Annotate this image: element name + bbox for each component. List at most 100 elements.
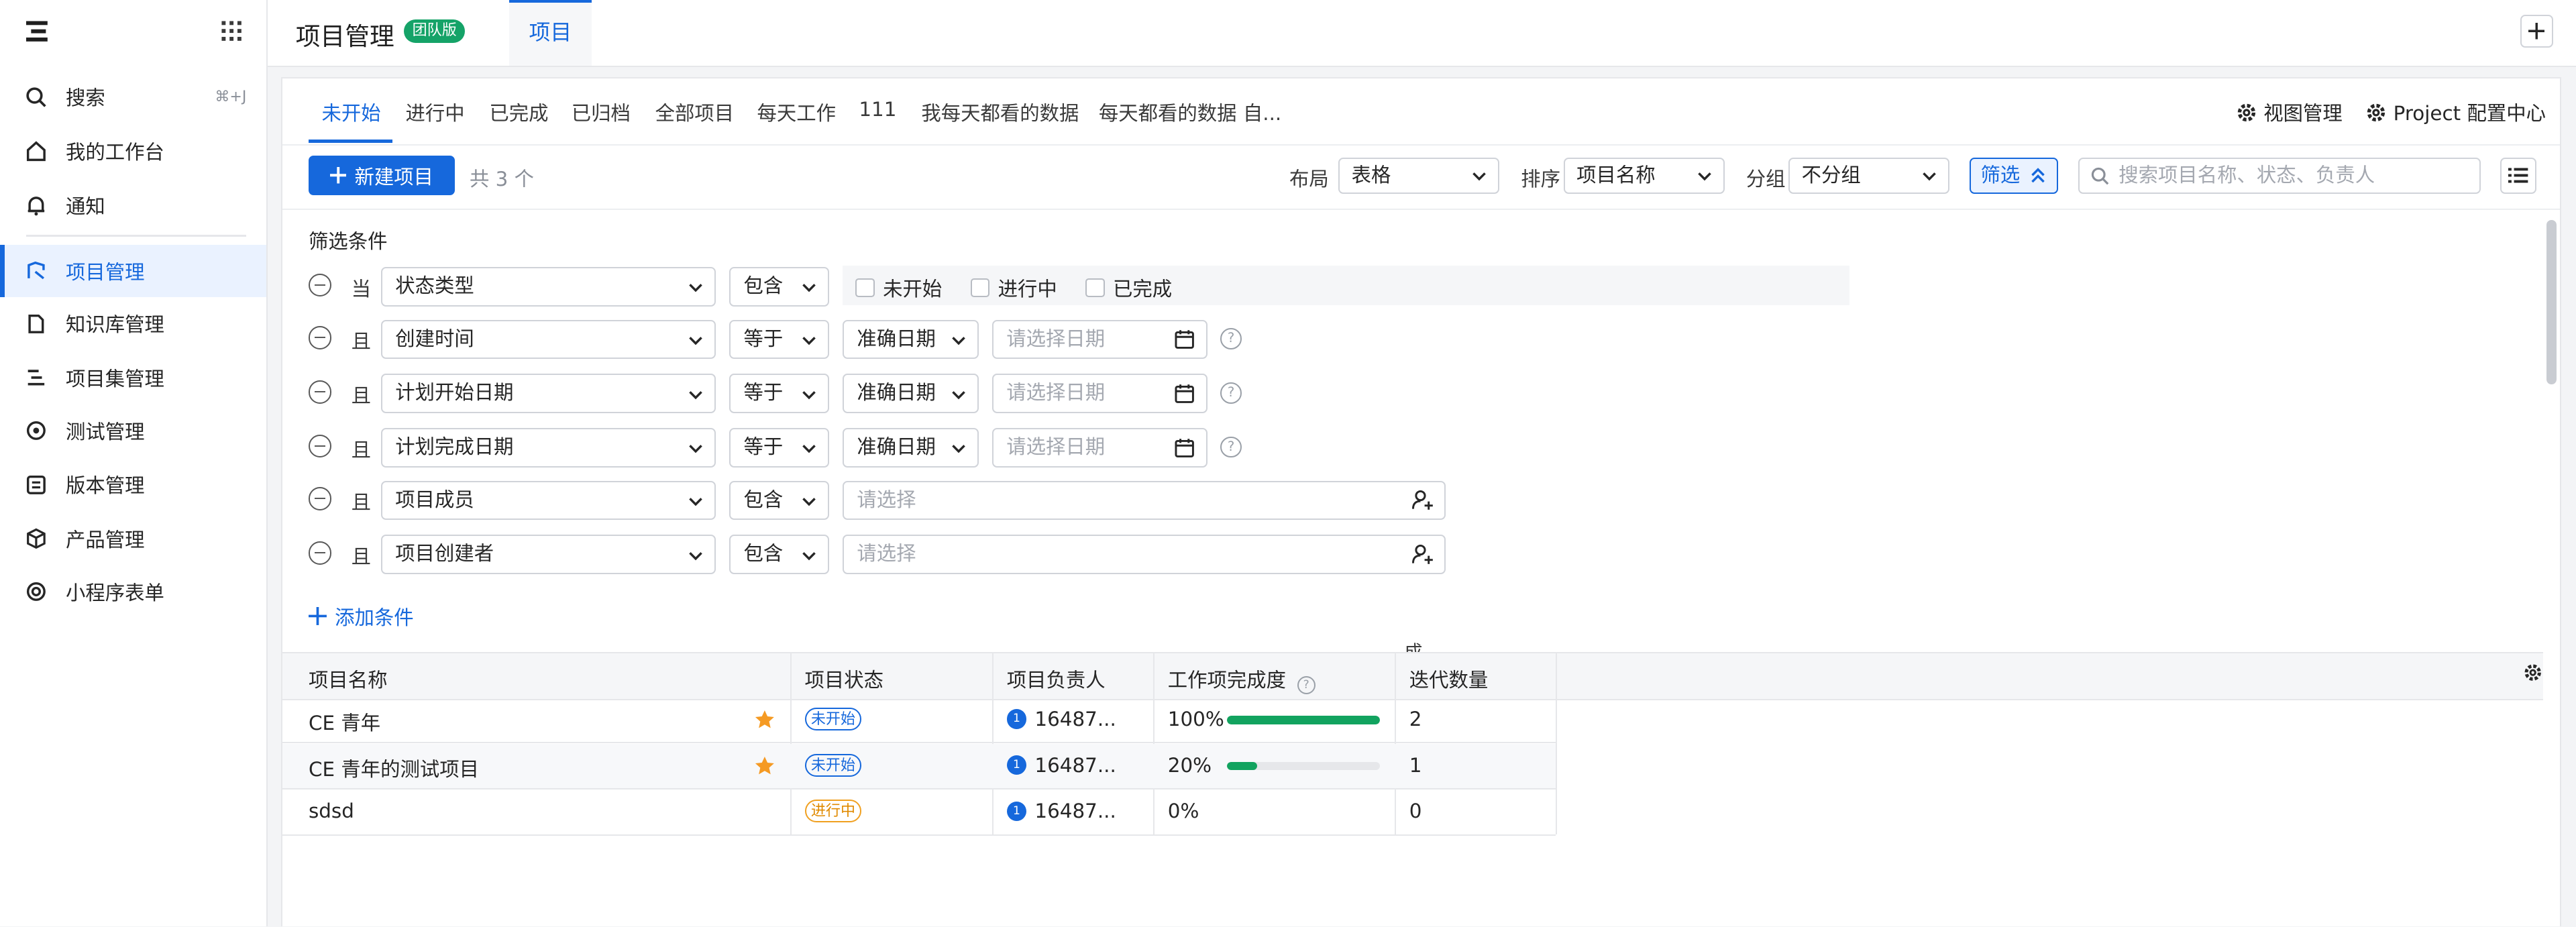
apps-grid-icon[interactable]	[220, 19, 243, 42]
date-picker-input[interactable]: 请选择日期	[991, 428, 1208, 468]
column-header-progress[interactable]: 工作项完成度 ?	[1167, 665, 1316, 695]
tab-my-daily-data[interactable]: 我每天都看的数据	[921, 98, 1079, 126]
sidebar-item-programs[interactable]: 项目集管理	[0, 351, 266, 404]
sidebar-item-label: 版本管理	[65, 474, 145, 498]
column-header-owner[interactable]: 项目负责人	[1007, 665, 1106, 693]
app-logo-icon[interactable]	[26, 19, 52, 42]
tab-projects[interactable]: 项目	[509, 0, 592, 66]
filter-operator-select[interactable]: 等于	[729, 319, 830, 360]
help-icon[interactable]: ?	[1297, 676, 1316, 695]
filter-operator-value: 等于	[743, 435, 784, 459]
filter-operator-select[interactable]: 包含	[729, 480, 830, 521]
tab-not-started[interactable]: 未开始	[322, 98, 381, 126]
tab-daily-data-more[interactable]: 每天都看的数据 自...	[1099, 98, 1281, 126]
remove-condition-button[interactable]	[308, 380, 332, 404]
sidebar-item-knowledge[interactable]: 知识库管理	[0, 297, 266, 349]
filter-field-select[interactable]: 项目创建者	[380, 535, 716, 575]
date-mode-select[interactable]: 准确日期	[842, 319, 979, 360]
date-picker-input[interactable]: 请选择日期	[991, 374, 1208, 414]
help-icon[interactable]: ?	[1220, 382, 1242, 404]
sidebar-item-testing[interactable]: 测试管理	[0, 404, 266, 456]
filter-operator-select[interactable]: 包含	[729, 535, 830, 575]
version-icon	[25, 473, 48, 496]
date-picker-input[interactable]: 请选择日期	[991, 319, 1208, 360]
table-row[interactable]: CE 青年的测试项目 未开始 1 16487... 20% 1	[282, 743, 1556, 790]
top-header: 项目管理 团队版 项目	[268, 0, 2576, 67]
filter-row: 当 状态类型 包含 未开始 进行中 已完成	[308, 265, 2280, 307]
sidebar-item-projects[interactable]: 项目管理	[0, 244, 266, 298]
list-icon	[2508, 168, 2528, 183]
sidebar-item-versions[interactable]: 版本管理	[0, 458, 266, 510]
sidebar-item-search[interactable]: 搜索 ⌘+J	[0, 70, 266, 123]
checkbox-not-started[interactable]: 未开始	[855, 274, 942, 302]
config-center-button[interactable]: Project 配置中心	[2365, 98, 2546, 126]
help-icon[interactable]: ?	[1220, 327, 1242, 349]
filter-operator-select[interactable]: 等于	[729, 374, 830, 414]
sidebar-item-forms[interactable]: 小程序表单	[0, 565, 266, 617]
add-tab-button[interactable]	[2520, 15, 2553, 48]
new-project-button[interactable]: 新建项目	[308, 156, 455, 195]
vertical-scrollbar[interactable]	[2546, 219, 2557, 384]
sidebar-item-workbench[interactable]: 我的工作台	[0, 125, 266, 177]
layout-select[interactable]: 表格	[1338, 157, 1500, 194]
creator-picker-input[interactable]: 请选择	[842, 535, 1446, 575]
remove-condition-button[interactable]	[308, 487, 332, 510]
progress-text: 100%	[1167, 708, 1224, 731]
filter-field-select[interactable]: 计划完成日期	[380, 428, 716, 468]
search-input[interactable]: 搜索项目名称、状态、负责人	[2078, 157, 2481, 194]
cube-icon	[25, 527, 48, 550]
gear-icon[interactable]	[2523, 663, 2542, 682]
project-name[interactable]: CE 青年	[309, 708, 380, 736]
sidebar-item-notifications[interactable]: 通知	[0, 179, 266, 231]
group-select[interactable]: 不分组	[1788, 157, 1950, 194]
member-placeholder: 请选择	[857, 488, 916, 511]
member-picker-input[interactable]: 请选择	[842, 480, 1446, 521]
star-icon[interactable]	[754, 755, 775, 777]
filter-row: 且 计划完成日期 等于 准确日期 请选择日期 ?	[308, 428, 2280, 468]
filter-operator-select[interactable]: 等于	[729, 428, 830, 468]
chevron-down-icon	[1698, 172, 1711, 181]
project-name[interactable]: sdsd	[309, 800, 354, 822]
project-name[interactable]: CE 青年的测试项目	[309, 754, 479, 782]
tab-archived[interactable]: 已归档	[572, 98, 631, 126]
field-settings-button[interactable]	[2500, 157, 2536, 194]
chevron-down-icon	[802, 497, 816, 506]
sort-select[interactable]: 项目名称	[1563, 157, 1725, 194]
column-divider	[1555, 651, 1558, 834]
new-project-label: 新建项目	[354, 165, 434, 188]
filter-button[interactable]: 筛选	[1969, 157, 2059, 194]
tab-completed[interactable]: 已完成	[489, 98, 548, 126]
checkbox-in-progress[interactable]: 进行中	[970, 274, 1057, 302]
filter-field-select[interactable]: 创建时间	[380, 319, 716, 360]
tab-all-projects[interactable]: 全部项目	[655, 98, 735, 126]
table-row[interactable]: sdsd 进行中 1 16487... 0% 0	[282, 790, 1556, 836]
filter-operator-select[interactable]: 包含	[729, 267, 830, 307]
tab-in-progress[interactable]: 进行中	[405, 98, 464, 126]
table-row[interactable]: CE 青年 未开始 1 16487... 100% 2	[282, 698, 1556, 744]
remove-condition-button[interactable]	[308, 274, 332, 297]
checkbox-completed[interactable]: 已完成	[1085, 274, 1172, 302]
filter-row: 且 创建时间 等于 准确日期 请选择日期 ?	[308, 319, 2280, 360]
help-icon[interactable]: ?	[1220, 436, 1242, 458]
filter-field-select[interactable]: 计划开始日期	[380, 374, 716, 414]
column-header-status[interactable]: 项目状态	[805, 665, 884, 693]
filter-field-select[interactable]: 状态类型	[380, 267, 716, 307]
progress-header-label: 工作项完成度	[1167, 668, 1287, 692]
star-icon[interactable]	[754, 709, 775, 730]
remove-condition-button[interactable]	[308, 435, 332, 458]
plus-icon	[329, 167, 347, 184]
test-icon	[25, 419, 48, 441]
sidebar-item-products[interactable]: 产品管理	[0, 512, 266, 565]
add-condition-button[interactable]: 添加条件	[308, 602, 414, 631]
view-manage-button[interactable]: 视图管理	[2236, 98, 2343, 126]
column-header-iterations[interactable]: 迭代数量	[1409, 665, 1489, 693]
date-mode-select[interactable]: 准确日期	[842, 374, 979, 414]
column-header-name[interactable]: 项目名称	[309, 665, 388, 693]
chevron-down-icon	[802, 284, 816, 292]
filter-field-select[interactable]: 项目成员	[380, 480, 716, 521]
remove-condition-button[interactable]	[308, 541, 332, 565]
date-mode-select[interactable]: 准确日期	[842, 428, 979, 468]
remove-condition-button[interactable]	[308, 326, 332, 349]
tab-daily-work[interactable]: 每天工作	[757, 98, 837, 126]
tab-111[interactable]: 111	[859, 98, 896, 121]
